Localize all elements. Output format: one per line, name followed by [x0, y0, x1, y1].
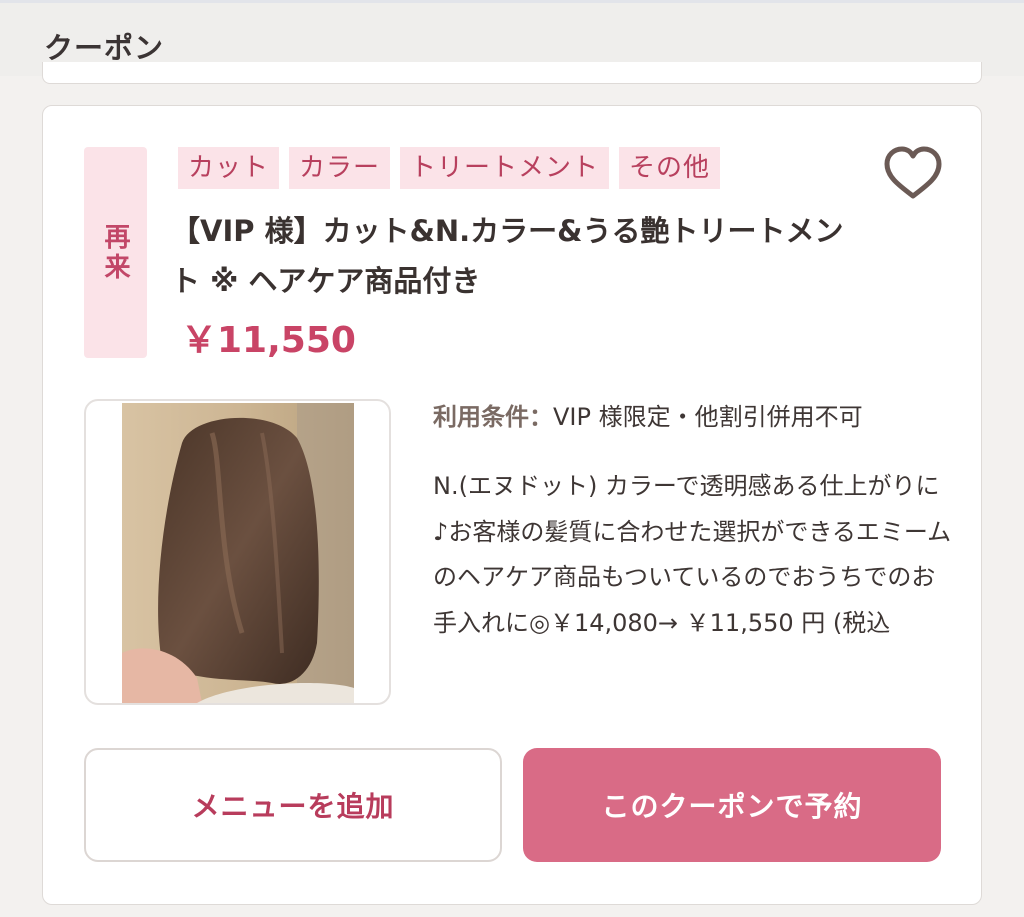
tag-color: カラー [289, 147, 391, 189]
coupon-description: N.(エヌドット) カラーで透明感ある仕上がりに♪お客様の髪質に合わせた選択がで… [433, 472, 952, 637]
tag-treatment: トリートメント [400, 147, 610, 189]
repeat-badge: 再来 [84, 147, 147, 358]
favorite-heart-icon[interactable] [883, 146, 943, 202]
conditions-value: VIP 様限定・他割引併用不可 [553, 403, 863, 431]
add-menu-button[interactable]: メニューを追加 [84, 748, 502, 862]
repeat-badge-label: 再来 [100, 222, 130, 283]
usage-conditions: 利用条件：VIP 様限定・他割引併用不可 [433, 399, 953, 435]
coupon-photo-frame [84, 399, 391, 705]
reserve-with-coupon-button[interactable]: このクーポンで予約 [523, 748, 941, 862]
conditions-label: 利用条件： [433, 403, 553, 431]
category-tags: カット カラー トリートメント その他 [178, 147, 721, 189]
section-title: クーポン [44, 31, 165, 65]
tag-other: その他 [619, 147, 721, 189]
coupon-card: 再来 カット カラー トリートメント その他 【VIP 様】カット&N.カラー&… [42, 105, 982, 905]
hair-photo [122, 403, 354, 703]
tag-cut: カット [178, 147, 280, 189]
previous-coupon-card [42, 62, 982, 84]
coupon-title: 【VIP 様】カット&N.カラー&うる艶トリートメント ※ ヘアケア商品付き [171, 214, 844, 298]
coupon-price: ￥11,550 [181, 320, 356, 361]
